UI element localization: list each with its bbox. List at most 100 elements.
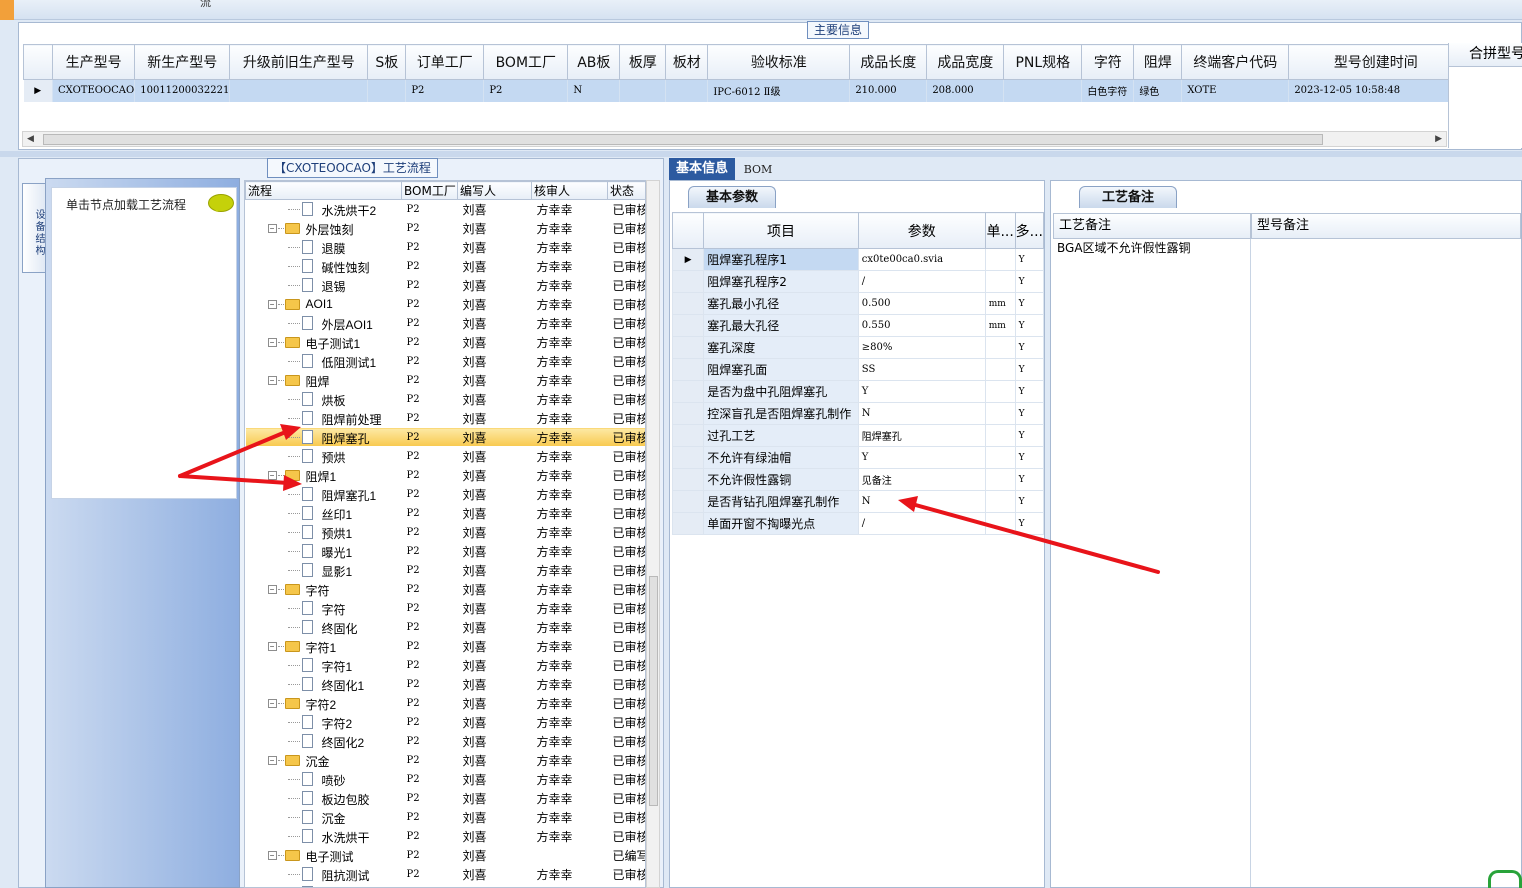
main-cell[interactable]: 白色字符 <box>1081 79 1135 102</box>
param-value[interactable]: Y <box>857 380 986 403</box>
main-cell[interactable] <box>367 79 407 102</box>
tree-row[interactable]: 板边包胶 P2 刘喜 方幸幸 已审核 <box>245 788 645 808</box>
param-item[interactable]: 过孔工艺 <box>703 424 859 447</box>
tree-cell-status[interactable]: 已审核 <box>607 256 645 276</box>
tree-cell-bom[interactable]: P2 <box>401 332 458 352</box>
tree-row[interactable]: − 字符2 P2 刘喜 方幸幸 已审核 <box>245 693 645 713</box>
tree-row[interactable]: 终固化 P2 刘喜 方幸幸 已审核 <box>245 617 645 637</box>
param-unit[interactable] <box>984 468 1016 491</box>
tree-cell-writer[interactable]: 刘喜 <box>457 655 532 675</box>
tree-row[interactable]: 外层AOI1 P2 刘喜 方幸幸 已审核 <box>245 313 645 333</box>
tree-node[interactable]: 终固化1 <box>245 674 402 694</box>
main-cell[interactable]: 10011200032221 <box>134 79 231 102</box>
collapse-icon[interactable]: − <box>267 376 277 385</box>
tree-node[interactable]: 阻焊前处理 <box>245 408 402 428</box>
param-flag[interactable]: Y <box>1014 512 1045 535</box>
tree-cell-writer[interactable]: 刘喜 <box>457 294 532 314</box>
tree-node[interactable]: 喷砂 <box>245 769 402 789</box>
tree-cell-bom[interactable]: P2 <box>401 883 458 887</box>
tree-row[interactable]: 曝光1 P2 刘喜 方幸幸 已审核 <box>245 541 645 561</box>
tree-cell-bom[interactable]: P2 <box>401 256 458 276</box>
tree-node[interactable]: − 电子测试1 <box>245 332 402 352</box>
row-indicator[interactable] <box>671 424 705 447</box>
main-cell[interactable]: P2 <box>405 79 485 102</box>
tree-cell-writer[interactable]: 刘喜 <box>457 351 532 371</box>
tree-cell-status[interactable]: 已审核 <box>607 408 645 428</box>
param-value[interactable]: N <box>857 402 986 425</box>
tree-node[interactable]: 烘板 <box>245 389 402 409</box>
row-indicator[interactable] <box>671 380 705 403</box>
tree-node[interactable]: − 电子测试 <box>245 845 402 865</box>
param-unit[interactable] <box>984 336 1016 359</box>
tree-cell-writer[interactable]: 刘喜 <box>457 427 532 447</box>
main-col-header[interactable]: 成品宽度 <box>926 44 1005 80</box>
param-row[interactable]: ▶ 阻焊塞孔程序1 cx0te00ca0.svia Y <box>671 248 1045 271</box>
tree-node[interactable]: 字符2 <box>245 712 402 732</box>
tree-vscrollbar[interactable] <box>646 180 660 888</box>
tree-cell-bom[interactable]: P2 <box>401 655 458 675</box>
tree-cell-bom[interactable]: P2 <box>401 750 458 770</box>
tree-node[interactable]: 曝光1 <box>245 541 402 561</box>
main-cell[interactable] <box>1003 79 1083 102</box>
tree-row[interactable]: − 字符 P2 刘喜 方幸幸 已审核 <box>245 579 645 599</box>
tree-cell-writer[interactable]: 刘喜 <box>457 218 532 238</box>
tree-node[interactable]: − 字符1 <box>245 636 402 656</box>
tree-node[interactable]: 板边包胶 <box>245 788 402 808</box>
tree-cell-reviewer[interactable]: 方幸幸 <box>531 693 608 713</box>
tree-cell-status[interactable]: 已审核 <box>607 636 645 656</box>
main-col-header[interactable]: 字符 <box>1081 44 1135 80</box>
tree-node[interactable]: − AOI1 <box>245 294 402 314</box>
tree-cell-writer[interactable]: 刘喜 <box>457 560 532 580</box>
row-indicator[interactable] <box>671 446 705 469</box>
main-col-header[interactable]: 生产型号 <box>51 44 136 80</box>
param-row[interactable]: 单面开窗不掏曝光点 / Y <box>671 512 1045 535</box>
param-row[interactable]: 塞孔深度 ≥80% Y <box>671 336 1045 359</box>
tree-row[interactable]: 阻焊塞孔 P2 刘喜 方幸幸 已审核 <box>245 427 645 447</box>
tree-row[interactable]: 阻焊塞孔1 P2 刘喜 方幸幸 已审核 <box>245 484 645 504</box>
tree-cell-writer[interactable]: 刘喜 <box>457 712 532 732</box>
param-col-header[interactable]: 项目 <box>703 212 859 249</box>
tree-cell-bom[interactable]: P2 <box>401 693 458 713</box>
param-unit[interactable] <box>984 446 1016 469</box>
param-row[interactable]: 阻焊塞孔面 SS Y <box>671 358 1045 381</box>
param-unit[interactable]: mm <box>984 292 1016 315</box>
main-col-header[interactable]: BOM工厂 <box>483 44 569 80</box>
tree-node[interactable]: 终固化2 <box>245 731 402 751</box>
tree-cell-status[interactable]: 已编写 <box>607 845 645 865</box>
tree-cell-bom[interactable]: P2 <box>401 427 458 447</box>
tree-cell-status[interactable]: 已审核 <box>607 788 645 808</box>
tree-cell-status[interactable]: 已审核 <box>607 560 645 580</box>
vscroll-thumb[interactable] <box>649 576 658 806</box>
param-item[interactable]: 不允许假性露铜 <box>703 468 859 491</box>
tree-cell-status[interactable]: 已审核 <box>607 769 645 789</box>
merge-model-header[interactable]: 合拼型号 <box>1449 43 1522 67</box>
tree-cell-bom[interactable]: P2 <box>401 389 458 409</box>
tree-row[interactable]: 终固化2 P2 刘喜 方幸幸 已审核 <box>245 731 645 751</box>
tree-row[interactable]: 退膜 P2 刘喜 方幸幸 已审核 <box>245 237 645 257</box>
tree-cell-reviewer[interactable]: 方幸幸 <box>531 256 608 276</box>
tree-cell-writer[interactable]: 刘喜 <box>457 446 532 466</box>
tree-cell-bom[interactable]: P2 <box>401 503 458 523</box>
tree-cell-status[interactable]: 已审核 <box>607 541 645 561</box>
tree-node[interactable]: 水洗烘干 <box>245 826 402 846</box>
main-cell[interactable]: IPC-6012 Ⅱ级 <box>707 79 851 102</box>
tree-cell-status[interactable]: 已审核 <box>607 655 645 675</box>
tree-cell-status[interactable]: 已审核 <box>607 598 645 618</box>
tree-cell-writer[interactable]: 刘喜 <box>457 826 532 846</box>
tree-node[interactable]: 阻焊塞孔1 <box>245 484 402 504</box>
tree-cell-reviewer[interactable]: 方幸幸 <box>531 503 608 523</box>
tree-row[interactable]: 字符 P2 刘喜 方幸幸 已审核 <box>245 598 645 618</box>
tree-cell-reviewer[interactable] <box>531 883 608 887</box>
tree-cell-writer[interactable]: 刘喜 <box>457 579 532 599</box>
tree-cell-reviewer[interactable]: 方幸幸 <box>531 674 608 694</box>
tree-cell-reviewer[interactable]: 方幸幸 <box>531 218 608 238</box>
row-indicator[interactable] <box>671 270 705 293</box>
tree-row[interactable]: − 沉金 P2 刘喜 方幸幸 已审核 <box>245 750 645 770</box>
tree-cell-status[interactable]: 已编写 <box>607 883 645 887</box>
tree-cell-bom[interactable]: P2 <box>401 598 458 618</box>
param-unit[interactable] <box>984 270 1016 293</box>
tree-col-header[interactable]: 流程 <box>245 181 402 200</box>
tree-node[interactable]: 退膜 <box>245 237 402 257</box>
tree-cell-status[interactable]: 已审核 <box>607 275 645 295</box>
param-flag[interactable]: Y <box>1014 248 1045 271</box>
